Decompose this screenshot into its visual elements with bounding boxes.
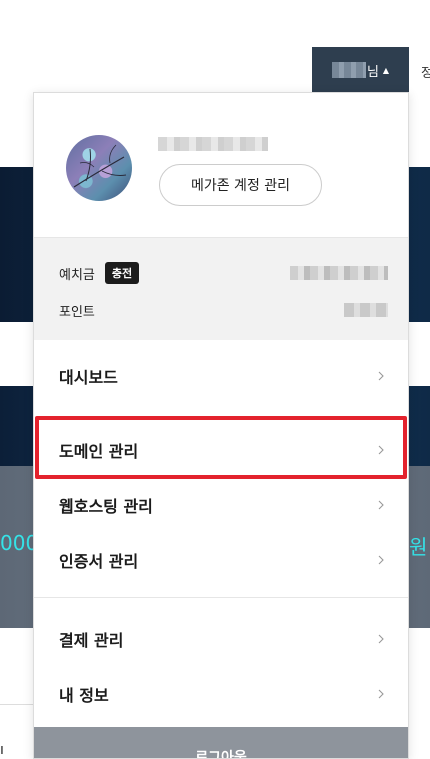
profile-section: 메가존 계정 관리 [34,93,408,237]
chevron-right-icon [378,445,384,455]
menu-item-label: 웹호스팅 관리 [59,497,153,516]
menu-item-webhosting[interactable]: 웹호스팅 관리 [34,479,408,531]
menu-item-label: 도메인 관리 [59,442,139,461]
menu-item-label: 결제 관리 [59,631,124,650]
point-row: 포인트 [59,298,388,322]
menu-group-services: 대시보드 도메인 관리 웹호스팅 관리 인증서 관리 [34,340,408,597]
point-label: 포인트 [59,304,95,320]
logout-button[interactable]: 로그아웃 [34,727,408,758]
avatar [66,135,132,201]
deposit-row: 예치금 충전 [59,261,388,285]
header-link-fragment[interactable]: 정 [421,62,430,81]
deposit-value-masked [290,266,388,280]
chevron-right-icon [378,689,384,699]
menu-item-domain[interactable]: 도메인 관리 [34,424,408,476]
menu-item-my-info[interactable]: 내 정보 [34,668,408,720]
balance-section: 예치금 충전 포인트 [34,237,408,340]
chevron-right-icon [378,500,384,510]
chevron-right-icon [378,634,384,644]
menu-item-label: 인증서 관리 [59,552,139,571]
point-value-masked [344,303,388,317]
page-text-fragment: ı [0,742,4,758]
chevron-right-icon [378,371,384,381]
user-suffix: 님 [366,64,379,80]
menu-item-label: 내 정보 [59,686,109,705]
promo-text-right: 원 [409,535,428,559]
menu-item-label: 대시보드 [59,368,118,387]
charge-button[interactable]: 충전 [104,262,140,284]
account-name-masked [158,137,268,151]
chevron-right-icon [378,555,384,565]
user-menu-trigger[interactable]: 님 ▲ [312,47,409,93]
triangle-up-icon: ▲ [382,65,390,75]
megazone-account-button[interactable]: 메가존 계정 관리 [159,164,322,206]
username-masked [331,62,366,78]
user-dropdown: 메가존 계정 관리 예치금 충전 포인트 대시보드 도메인 관리 웹호스팅 관리… [33,92,409,759]
menu-item-payment[interactable]: 결제 관리 [34,613,408,665]
divider [0,704,34,705]
menu-item-dashboard[interactable]: 대시보드 [34,350,408,402]
menu-group-account: 결제 관리 내 정보 [34,597,408,727]
menu-item-certificate[interactable]: 인증서 관리 [34,534,408,586]
deposit-label: 예치금 [59,267,95,283]
avatar-photo [73,144,127,188]
